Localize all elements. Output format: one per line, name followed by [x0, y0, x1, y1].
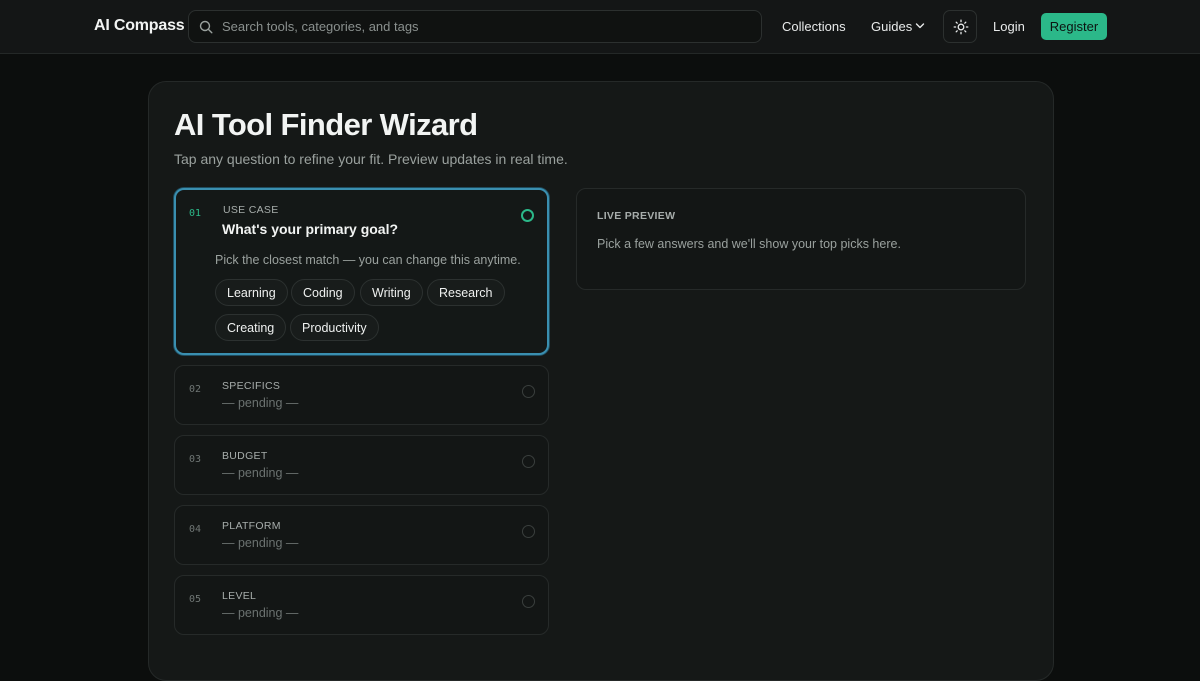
search-box[interactable] [188, 10, 762, 43]
step-number: 01 [189, 208, 202, 219]
option-chip-learning[interactable]: Learning [215, 279, 288, 306]
step-number: 05 [189, 594, 202, 605]
search-icon [199, 20, 213, 34]
preview-label: LIVE PREVIEW [597, 210, 676, 222]
sun-icon [953, 19, 969, 35]
step-card-platform[interactable]: 04 PLATFORM — pending — [174, 505, 549, 565]
nav-collections-link[interactable]: Collections [782, 19, 846, 34]
search-input[interactable] [222, 11, 752, 42]
step-number: 04 [189, 524, 202, 535]
nav-guides-link[interactable]: Guides [871, 19, 912, 34]
login-link[interactable]: Login [993, 19, 1025, 34]
step-label: USE CASE [223, 204, 279, 216]
brand-logo[interactable]: AI Compass [94, 17, 185, 35]
option-chip-research[interactable]: Research [427, 279, 505, 306]
step-label: PLATFORM [222, 520, 281, 532]
step-pending-status: — pending — [222, 466, 299, 480]
register-button[interactable]: Register [1041, 13, 1107, 40]
step-card-use-case[interactable]: 01 USE CASE What's your primary goal? Pi… [174, 188, 549, 355]
step-card-budget[interactable]: 03 BUDGET — pending — [174, 435, 549, 495]
step-question: What's your primary goal? [222, 221, 399, 237]
live-preview-card: LIVE PREVIEW Pick a few answers and we'l… [576, 188, 1026, 290]
step-label: LEVEL [222, 590, 257, 602]
page-title: AI Tool Finder Wizard [174, 107, 478, 142]
step-status-radio[interactable] [522, 525, 535, 538]
step-status-radio[interactable] [522, 385, 535, 398]
page-subtitle: Tap any question to refine your fit. Pre… [174, 151, 568, 167]
step-number: 03 [189, 454, 202, 465]
step-label: SPECIFICS [222, 380, 281, 392]
preview-text: Pick a few answers and we'll show your t… [597, 237, 901, 251]
step-status-radio[interactable] [521, 209, 534, 222]
option-chip-creating[interactable]: Creating [215, 314, 287, 341]
step-status-radio[interactable] [522, 455, 535, 468]
step-hint: Pick the closest match — you can change … [215, 253, 521, 267]
option-chip-coding[interactable]: Coding [291, 279, 355, 306]
theme-toggle-button[interactable] [943, 10, 977, 43]
option-chip-productivity[interactable]: Productivity [290, 314, 379, 341]
step-pending-status: — pending — [222, 396, 299, 410]
chevron-down-icon[interactable] [915, 22, 925, 30]
step-card-level[interactable]: 05 LEVEL — pending — [174, 575, 549, 635]
step-card-specifics[interactable]: 02 SPECIFICS — pending — [174, 365, 549, 425]
step-status-radio[interactable] [522, 595, 535, 608]
option-chip-writing[interactable]: Writing [360, 279, 423, 306]
step-pending-status: — pending — [222, 606, 299, 620]
step-number: 02 [189, 384, 202, 395]
step-label: BUDGET [222, 450, 268, 462]
step-pending-status: — pending — [222, 536, 299, 550]
top-nav: AI Compass Collections Guides Login Regi… [0, 0, 1200, 54]
